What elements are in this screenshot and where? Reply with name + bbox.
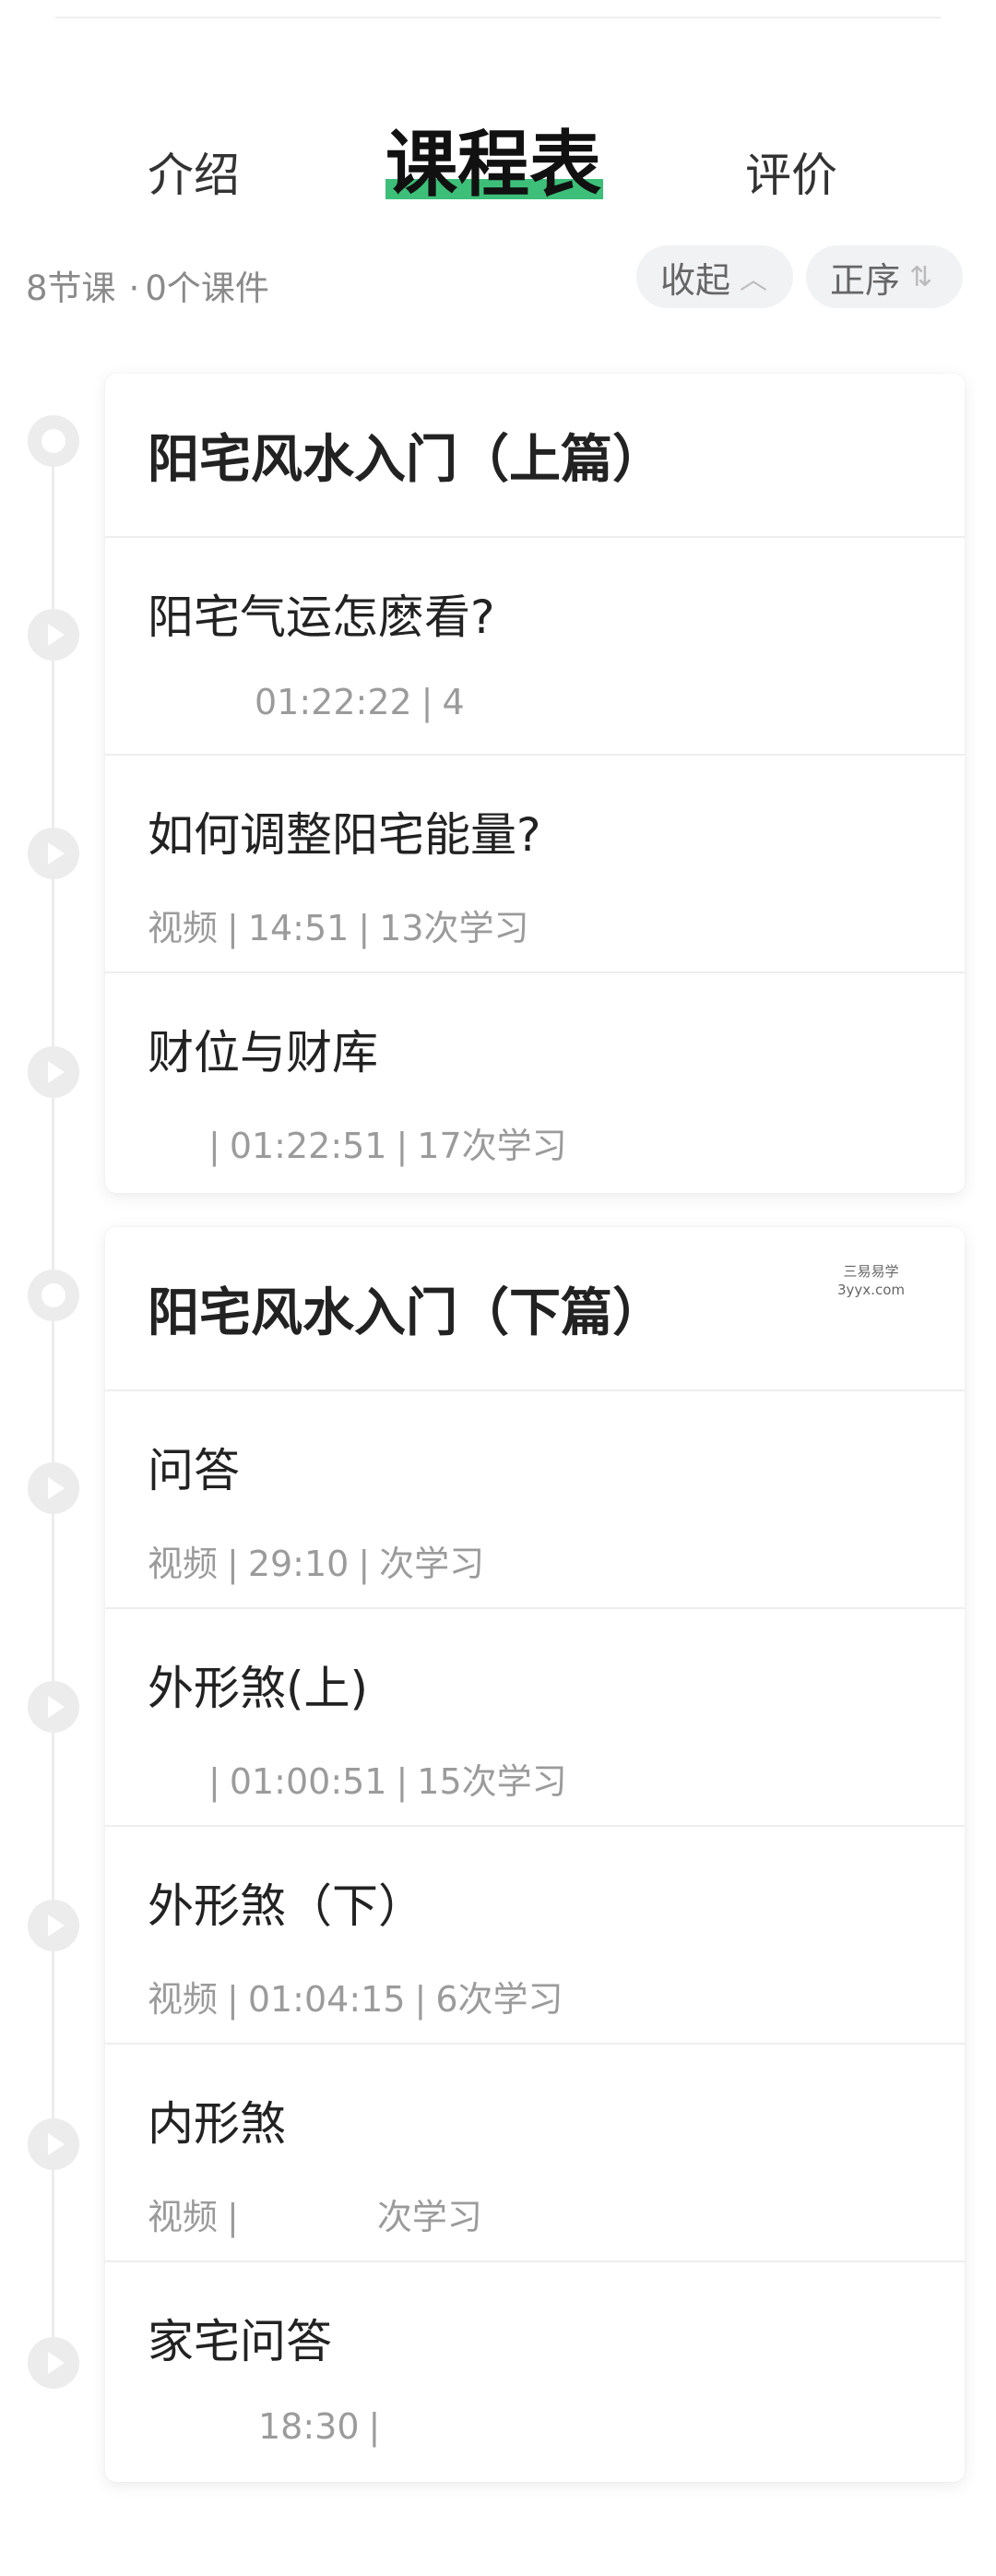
course-meta: 8节课 · 0个课件 bbox=[26, 260, 269, 310]
lesson-title: 外形煞(上) bbox=[148, 1662, 369, 1715]
site-watermark: 三易易学 3yyx.com bbox=[837, 1262, 905, 1299]
play-icon[interactable] bbox=[28, 1681, 79, 1733]
lesson-item[interactable]: 外形煞（下） 视频 | 01:04:15 | 6次学习 bbox=[105, 1827, 965, 2045]
lesson-count: 8节课 bbox=[26, 268, 116, 308]
lesson-meta: 视频 | 29:10 | 次学习 bbox=[148, 1544, 485, 1584]
lesson-meta: | 01:00:51 | 15次学习 bbox=[208, 1761, 567, 1802]
watermark-line2: 3yyx.com bbox=[837, 1282, 905, 1298]
chapter-dot-icon bbox=[28, 1270, 79, 1321]
tab-schedule[interactable]: 课程表 bbox=[385, 107, 601, 210]
tab-review[interactable]: 评价 bbox=[745, 138, 837, 205]
lesson-item[interactable]: 如何调整阳宅能量? 视频 | 14:51 | 13次学习 bbox=[105, 756, 965, 973]
lesson-views: 次学习 bbox=[376, 2197, 482, 2237]
lesson-meta: 视频 | 14:51 | 13次学习 bbox=[148, 908, 529, 948]
lesson-meta: | 01:22:51 | 17次学习 bbox=[208, 1126, 567, 1166]
lesson-type: 视频 bbox=[148, 1544, 219, 1584]
lesson-title: 如何调整阳宅能量? bbox=[148, 808, 541, 862]
lesson-views: 6次学习 bbox=[435, 1979, 563, 2020]
lesson-title: 问答 bbox=[148, 1444, 240, 1497]
lesson-type: 视频 bbox=[148, 908, 219, 948]
play-icon[interactable] bbox=[28, 1046, 79, 1098]
lesson-meta: 视频 | 次学习 bbox=[148, 2197, 482, 2237]
lesson-views: 15次学习 bbox=[417, 1761, 567, 1802]
lesson-title: 家宅问答 bbox=[148, 2315, 332, 2368]
lesson-item[interactable]: 家宅问答 18:30 | bbox=[105, 2262, 965, 2480]
lesson-item[interactable]: 阳宅气运怎麽看? 01:22:22 | 4 bbox=[105, 538, 965, 756]
tab-schedule-label: 课程表 bbox=[385, 124, 602, 207]
play-icon[interactable] bbox=[28, 2118, 79, 2170]
lesson-item[interactable]: 财位与财库 | 01:22:51 | 17次学习 bbox=[105, 973, 965, 1191]
lesson-type: 视频 bbox=[148, 1979, 219, 2020]
collapse-label: 收起 bbox=[660, 259, 731, 301]
lesson-views: 13次学习 bbox=[379, 908, 529, 948]
lesson-duration: 01:04:15 bbox=[247, 1979, 406, 2020]
collapse-button[interactable]: 收起 ︿ bbox=[636, 245, 793, 308]
lesson-duration: 29:10 bbox=[247, 1544, 350, 1584]
meta-separator: · bbox=[128, 268, 140, 308]
lesson-views: 次学习 bbox=[379, 1544, 485, 1584]
lesson-duration: 01:00:51 bbox=[229, 1761, 387, 1802]
top-divider bbox=[55, 17, 941, 18]
chevron-up-icon: ︿ bbox=[740, 264, 768, 296]
chapter-title[interactable]: 阳宅风水入门（下篇） bbox=[105, 1227, 965, 1391]
lesson-title: 外形煞（下） bbox=[148, 1879, 424, 1933]
play-icon[interactable] bbox=[28, 1900, 79, 1951]
lesson-item[interactable]: 外形煞(上) | 01:00:51 | 15次学习 bbox=[105, 1609, 965, 1827]
lesson-meta: 18:30 | bbox=[258, 2406, 381, 2447]
lesson-duration: 01:22:22 bbox=[255, 682, 412, 722]
lesson-meta: 01:22:22 | 4 bbox=[255, 682, 465, 722]
course-schedule-page: 介绍 课程表 评价 8节课 · 0个课件 收起 ︿ 正序 ⇅ 阳宅风水入门（上篇） … bbox=[0, 0, 996, 2576]
chapter-card: 阳宅风水入门（下篇） 问答 视频 | 29:10 | 次学习 外形煞(上) | 01:00… bbox=[105, 1227, 965, 2482]
lesson-views: 17次学习 bbox=[417, 1126, 567, 1166]
watermark-line1: 三易易学 bbox=[843, 1263, 899, 1280]
lesson-duration: 01:22:51 bbox=[229, 1126, 387, 1166]
lesson-title: 内形煞 bbox=[148, 2097, 286, 2151]
sort-order-label: 正序 bbox=[830, 259, 901, 301]
lesson-title: 财位与财库 bbox=[148, 1026, 378, 1079]
lesson-type: 视频 bbox=[148, 2197, 219, 2237]
chapter-dot-icon bbox=[28, 415, 79, 467]
chapter-card: 阳宅风水入门（上篇） 阳宅气运怎麽看? 01:22:22 | 4 如何调整阳宅能量?… bbox=[105, 374, 965, 1193]
sort-order-button[interactable]: 正序 ⇅ bbox=[806, 245, 963, 308]
lesson-meta: 视频 | 01:04:15 | 6次学习 bbox=[148, 1979, 563, 2020]
lesson-item[interactable]: 问答 视频 | 29:10 | 次学习 bbox=[105, 1391, 965, 1609]
chapter-title[interactable]: 阳宅风水入门（上篇） bbox=[105, 374, 965, 538]
lesson-item[interactable]: 内形煞 视频 | 次学习 bbox=[105, 2045, 965, 2262]
sort-icon: ⇅ bbox=[909, 260, 933, 293]
lesson-duration: 18:30 bbox=[258, 2406, 360, 2447]
lesson-views: 4 bbox=[442, 682, 465, 722]
play-icon[interactable] bbox=[28, 2337, 79, 2389]
play-icon[interactable] bbox=[28, 609, 79, 661]
tab-bar: 介绍 课程表 评价 bbox=[0, 101, 996, 212]
play-icon[interactable] bbox=[28, 828, 79, 879]
tab-intro[interactable]: 介绍 bbox=[148, 138, 240, 205]
file-count: 0个课件 bbox=[145, 268, 269, 308]
play-icon[interactable] bbox=[28, 1462, 79, 1514]
lesson-title: 阳宅气运怎麽看? bbox=[148, 590, 495, 644]
lesson-duration: 14:51 bbox=[247, 908, 350, 948]
timeline-line bbox=[52, 443, 54, 2371]
